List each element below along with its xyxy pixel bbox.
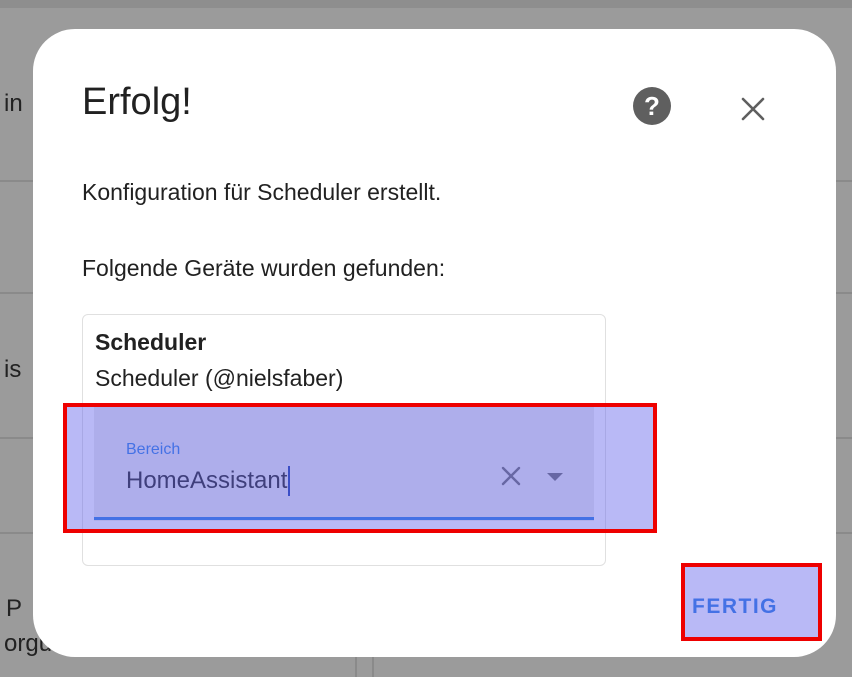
background-top-bar bbox=[0, 0, 852, 8]
dialog-title: Erfolg! bbox=[82, 81, 192, 123]
device-model: Scheduler (@nielsfaber) bbox=[95, 365, 344, 391]
background-text: is bbox=[4, 356, 22, 383]
device-name: Scheduler bbox=[95, 329, 207, 355]
devices-found-heading: Folgende Geräte wurden gefunden: bbox=[82, 255, 446, 281]
help-icon[interactable]: ? bbox=[633, 87, 671, 125]
highlight-done-button bbox=[681, 563, 822, 641]
config-created-message: Konfiguration für Scheduler erstellt. bbox=[82, 179, 442, 205]
close-icon[interactable] bbox=[733, 89, 773, 129]
highlight-area-field bbox=[63, 403, 657, 533]
background-text: in bbox=[4, 90, 23, 117]
background-text: P bbox=[6, 595, 23, 622]
